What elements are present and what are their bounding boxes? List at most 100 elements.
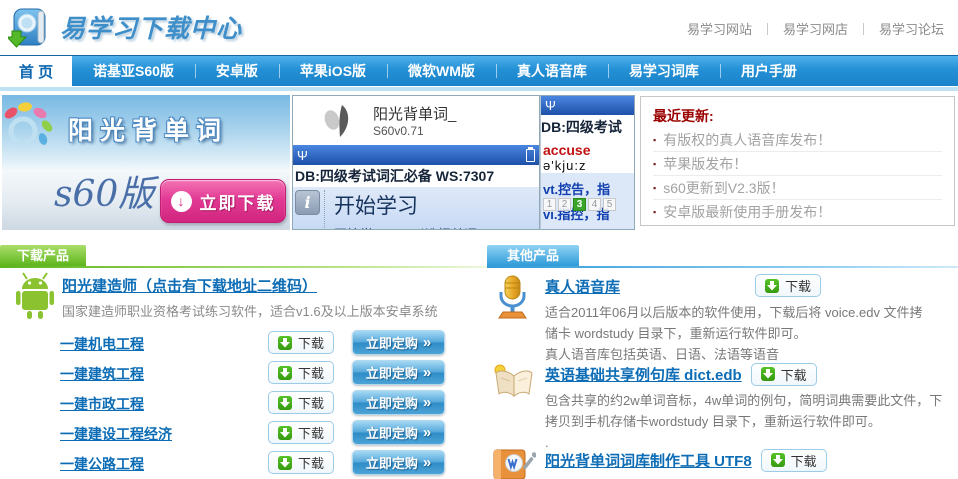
battery-icon xyxy=(526,149,535,162)
downloads-section-underline xyxy=(0,266,490,268)
page-indicator: 1 2 3 4 5 xyxy=(543,198,616,211)
download-row: 一建市政工程 下载 立即定购 » xyxy=(60,390,452,416)
download-button[interactable]: 下载 xyxy=(755,274,821,297)
other-product-example-db: 英语基础共享例句库 dict.edb 下载 包含共享的约2w单词音标，4w单词的… xyxy=(492,362,942,453)
order-now-button[interactable]: 立即定购 » xyxy=(352,330,445,355)
top-link-website[interactable]: 易学习网站 xyxy=(687,19,752,38)
downloads-section-tab: 下载产品 xyxy=(0,245,86,266)
item-link[interactable]: 一建机电工程 xyxy=(60,334,144,354)
download-arrow-icon xyxy=(771,453,785,467)
menu-item-label: 开始学习 xyxy=(334,190,477,220)
others-section-tab: 其他产品 xyxy=(487,245,579,266)
app-title-bar: 阳光背单词_ S60v0.71 xyxy=(293,96,539,145)
nav-tab-wm[interactable]: 微软WM版 xyxy=(387,56,496,86)
antenna-icon: Ψ xyxy=(297,149,308,162)
chevron-right-icon: » xyxy=(423,335,431,350)
page-number: 2 xyxy=(558,198,571,211)
other-product-dict-tool: 阳光背单词词库制作工具 UTF8 下载 xyxy=(492,448,827,472)
nav-tab-voice-library[interactable]: 真人语音库 xyxy=(496,56,608,86)
download-button[interactable]: 下载 xyxy=(268,331,334,354)
item-link[interactable]: 一建建筑工程 xyxy=(60,364,144,384)
banner-download-button[interactable]: ↓ 立即下载 xyxy=(160,179,286,223)
phone-screenshot-2: Ψ DB:四级考试 accuse ə'kju:z vt.控告，指 vi.指控，指… xyxy=(540,95,635,230)
menu-texts: 开始学习 开始学习，可以选择单词 xyxy=(324,190,477,228)
db-info-line: DB:四级考试词汇必备 WS:7307 xyxy=(293,165,539,187)
product-title-link[interactable]: 阳光建造师（点击有下载地址二维码） xyxy=(62,275,317,296)
item-link[interactable]: 一建公路工程 xyxy=(60,454,144,474)
download-row: 一建公路工程 下载 立即定购 » xyxy=(60,450,452,476)
top-link-forum[interactable]: 易学习论坛 xyxy=(879,19,944,38)
chevron-right-icon: » xyxy=(423,455,431,470)
microphone-icon xyxy=(492,274,534,320)
app-title-info: 阳光背单词_ S60v0.71 xyxy=(373,103,456,138)
other-product-description: 拷贝到手机存储卡wordstudy 目录下，重新运行软件即可。 xyxy=(545,411,942,432)
page-number: 1 xyxy=(543,198,556,211)
download-button[interactable]: 下载 xyxy=(761,449,827,472)
order-now-button[interactable]: 立即定购 » xyxy=(352,450,445,475)
other-product-voice-library: 真人语音库 下载 适合2011年06月以后版本的软件使用，下载后将 voice.… xyxy=(492,274,923,365)
download-row: 一建建设工程经济 下载 立即定购 » xyxy=(60,420,452,446)
word-phonetic: ə'kju:z xyxy=(541,158,634,174)
chevron-right-icon: » xyxy=(423,395,431,410)
top-links: 易学习网站 易学习网店 易学习论坛 xyxy=(687,19,944,38)
selected-menu-row: i 开始学习 开始学习，可以选择单词 xyxy=(293,187,539,230)
antenna-icon: Ψ xyxy=(545,99,556,112)
nav-tab-android[interactable]: 安卓版 xyxy=(195,56,279,86)
top-link-shop[interactable]: 易学习网店 xyxy=(783,19,848,38)
promo-banner: 阳光背单词 s60版 ↓ 立即下载 xyxy=(2,95,290,230)
download-button[interactable]: 下载 xyxy=(268,361,334,384)
other-product-title-link[interactable]: 英语基础共享例句库 dict.edb xyxy=(545,364,742,385)
db-info-line: DB:四级考试 xyxy=(541,115,634,140)
update-item[interactable]: 安卓版最新使用手册发布！ xyxy=(653,200,942,224)
nav-tab-dictionary[interactable]: 易学习词库 xyxy=(608,56,720,86)
item-link[interactable]: 一建市政工程 xyxy=(60,394,144,414)
main-nav: 首 页 诺基亚S60版 安卓版 苹果iOS版 微软WM版 真人语音库 易学习词库… xyxy=(0,55,958,86)
order-now-button[interactable]: 立即定购 » xyxy=(352,360,445,385)
word-entry: accuse xyxy=(541,143,634,158)
item-link[interactable]: 一建建设工程经济 xyxy=(60,424,172,444)
page-number-active: 3 xyxy=(573,198,586,211)
banner-subtitle: s60版 xyxy=(54,165,154,217)
download-arrow-icon xyxy=(278,336,292,350)
header: 易学习下载中心 易学习网站 易学习网店 易学习论坛 xyxy=(0,0,958,55)
other-product-description: 适合2011年06月以后版本的软件使用，下载后将 voice.edv 文件拷 xyxy=(545,302,923,323)
divider xyxy=(767,23,768,35)
order-now-button[interactable]: 立即定购 » xyxy=(352,390,445,415)
nav-tab-manual[interactable]: 用户手册 xyxy=(720,56,818,86)
update-item[interactable]: s60更新到V2.3版！ xyxy=(653,176,942,200)
banner-title: 阳光背单词 xyxy=(68,111,228,147)
download-button[interactable]: 下载 xyxy=(268,391,334,414)
update-item[interactable]: 苹果版发布！ xyxy=(653,152,942,176)
download-button[interactable]: 下载 xyxy=(268,421,334,444)
download-arrow-icon: ↓ xyxy=(171,191,192,212)
download-arrow-icon xyxy=(278,426,292,440)
app-name: 阳光背单词_ xyxy=(373,103,456,124)
nav-bottom-strip xyxy=(0,87,958,91)
other-product-title-link[interactable]: 阳光背单词词库制作工具 UTF8 xyxy=(545,450,752,471)
nav-tab-home[interactable]: 首 页 xyxy=(0,56,72,86)
status-bar: Ψ xyxy=(541,96,634,115)
flower-logo-icon xyxy=(2,100,56,154)
other-product-description: 储卡 wordstudy 目录下，重新运行软件即可。 xyxy=(545,323,923,344)
other-product-title-link[interactable]: 真人语音库 xyxy=(545,276,620,297)
download-arrow-icon xyxy=(278,396,292,410)
download-row: 一建建筑工程 下载 立即定购 » xyxy=(60,360,452,386)
chevron-right-icon: » xyxy=(423,425,431,440)
status-bar: Ψ xyxy=(293,145,539,165)
nav-tab-ios[interactable]: 苹果iOS版 xyxy=(279,56,387,86)
site-logo[interactable]: 易学习下载中心 xyxy=(8,4,242,50)
download-arrow-icon xyxy=(765,279,779,293)
download-button[interactable]: 下载 xyxy=(268,451,334,474)
tool-book-icon xyxy=(492,448,536,479)
book-bulb-icon xyxy=(492,362,536,402)
page-number: 4 xyxy=(588,198,601,211)
nav-tab-nokia-s60[interactable]: 诺基亚S60版 xyxy=(72,56,195,86)
update-item[interactable]: 有版权的真人语音库发布！ xyxy=(653,128,942,152)
site-title: 易学习下载中心 xyxy=(60,9,242,45)
order-now-button[interactable]: 立即定购 » xyxy=(352,420,445,445)
product-description: 国家建造师职业资格考试练习软件，适合v1.6及以上版本安卓系统 xyxy=(62,301,438,320)
menu-item-hint: 开始学习，可以选择单词 xyxy=(334,224,477,230)
download-row: 一建机电工程 下载 立即定购 » xyxy=(60,330,452,356)
android-icon xyxy=(13,272,57,320)
download-button[interactable]: 下载 xyxy=(751,363,817,386)
